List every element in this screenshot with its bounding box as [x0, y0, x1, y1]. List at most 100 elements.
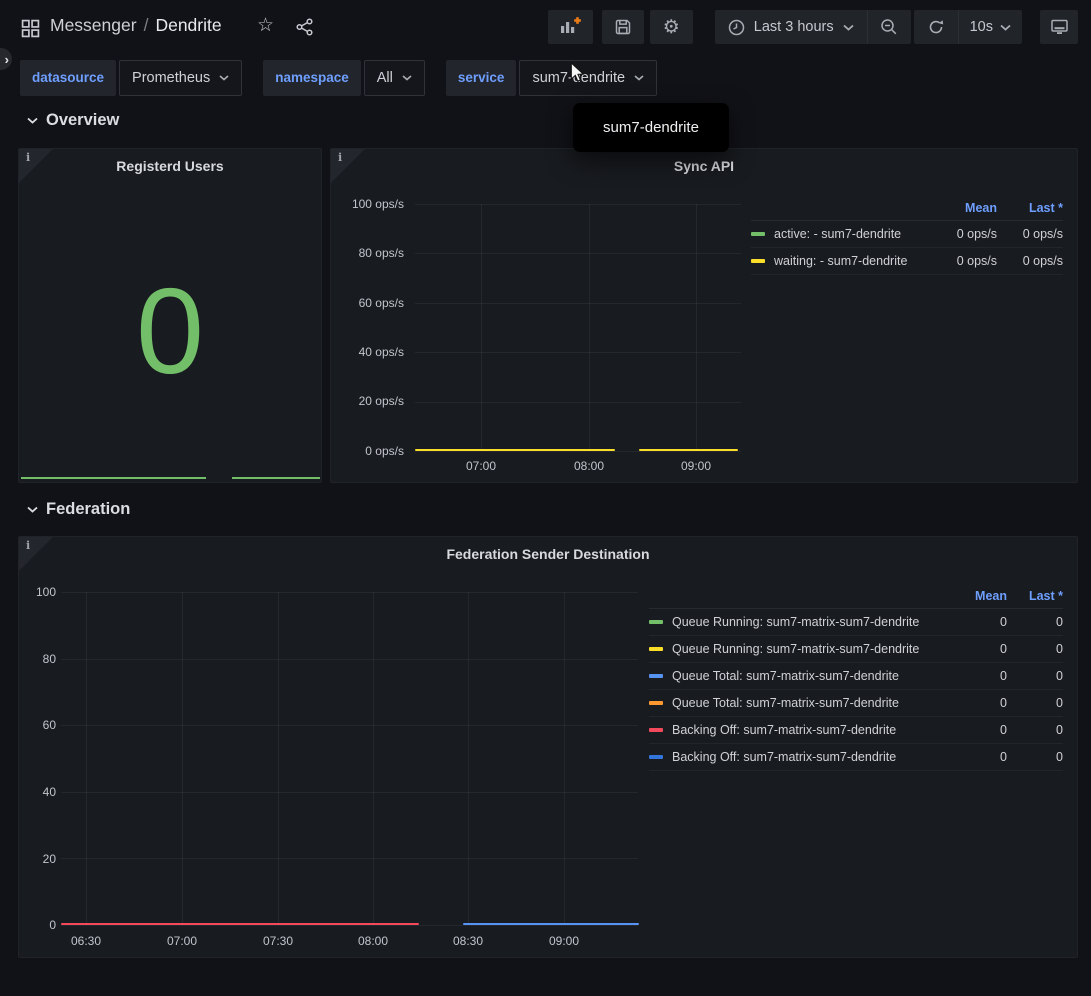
y-axis-tick: 20 ops/s [334, 393, 404, 409]
series-color-swatch[interactable] [751, 259, 765, 263]
y-axis-tick: 100 [19, 584, 56, 600]
legend-series-label[interactable]: waiting: - sum7-dendrite [774, 254, 917, 268]
legend-row: active: - sum7-dendrite 0 ops/s 0 ops/s [751, 221, 1063, 248]
gridline [61, 659, 638, 660]
panel-registered-users: i Registerd Users 0 [18, 148, 322, 483]
series-color-swatch[interactable] [649, 701, 663, 705]
chevron-down-icon [402, 75, 412, 81]
x-axis-tick: 09:00 [534, 934, 594, 948]
series-color-swatch[interactable] [649, 674, 663, 678]
legend-table: Mean Last * active: - sum7-dendrite 0 op… [751, 195, 1063, 275]
gridline [61, 925, 638, 926]
legend-row: Backing Off: sum7-matrix-sum7-dendrite 0… [649, 717, 1063, 744]
legend-last-value: 0 [1007, 723, 1063, 737]
chevron-down-icon [27, 117, 38, 124]
monitor-icon [1050, 18, 1069, 36]
legend-header-last[interactable]: Last * [997, 201, 1063, 215]
stat-sparkline-segment [232, 477, 320, 479]
series-color-swatch[interactable] [649, 647, 663, 651]
breadcrumb-folder[interactable]: Messenger [50, 15, 137, 36]
legend-series-label[interactable]: Backing Off: sum7-matrix-sum7-dendrite [672, 723, 947, 737]
refresh-button[interactable] [914, 10, 958, 44]
panel-sync-api: i Sync API 100 ops/s 80 ops/s 60 ops/s 4… [330, 148, 1078, 483]
breadcrumb-dashboard-title[interactable]: Dendrite [155, 15, 221, 36]
variable-value-datasource-dropdown[interactable]: Prometheus [119, 60, 242, 96]
series-color-swatch[interactable] [649, 728, 663, 732]
variable-label-service[interactable]: service [446, 60, 517, 96]
legend-header-mean[interactable]: Mean [917, 201, 997, 215]
x-axis-tick: 07:00 [451, 459, 511, 473]
legend-last-value: 0 ops/s [997, 227, 1063, 241]
y-axis-tick: 60 [19, 717, 56, 733]
gridline [415, 352, 741, 353]
legend-table: Mean Last * Queue Running: sum7-matrix-s… [649, 583, 1063, 771]
panel-title[interactable]: Federation Sender Destination [19, 546, 1077, 562]
dashboard-variables-bar: datasource Prometheus namespace All serv… [20, 60, 678, 96]
variable-value-text: sum7-dendrite [532, 70, 625, 86]
legend-last-value: 0 [1007, 615, 1063, 629]
legend-header-mean[interactable]: Mean [947, 589, 1007, 603]
variable-value-service-dropdown[interactable]: sum7-dendrite [519, 60, 657, 96]
stat-sparkline-segment [21, 477, 206, 479]
legend-series-label[interactable]: Queue Total: sum7-matrix-sum7-dendrite [672, 696, 947, 710]
legend-last-value: 0 [1007, 696, 1063, 710]
series-line-queue-total-blue [463, 923, 639, 925]
legend-series-label[interactable]: Queue Running: sum7-matrix-sum7-dendrite [672, 615, 947, 629]
legend-mean-value: 0 [947, 723, 1007, 737]
legend-row: Queue Total: sum7-matrix-sum7-dendrite 0… [649, 690, 1063, 717]
dashboard-settings-button[interactable]: ⚙ [650, 10, 693, 44]
variable-service: service sum7-dendrite [446, 60, 657, 96]
variable-value-namespace-dropdown[interactable]: All [364, 60, 425, 96]
gridline [564, 592, 565, 925]
series-line-waiting [639, 449, 738, 451]
y-axis-tick: 80 ops/s [334, 245, 404, 261]
clock-icon [728, 19, 745, 36]
gridline [415, 204, 741, 205]
variable-label-datasource[interactable]: datasource [20, 60, 116, 96]
gridline [373, 592, 374, 925]
variable-label-namespace[interactable]: namespace [263, 60, 361, 96]
add-panel-button[interactable] [548, 10, 593, 44]
gear-icon: ⚙ [663, 18, 680, 37]
cycle-view-mode-button[interactable] [1040, 10, 1078, 44]
gridline [481, 204, 482, 451]
time-range-label: Last 3 hours [754, 19, 834, 35]
gridline [182, 592, 183, 925]
gridline [61, 725, 638, 726]
time-range-button[interactable]: Last 3 hours [715, 10, 867, 44]
section-header-federation[interactable]: Federation [27, 500, 130, 519]
x-axis-tick: 07:00 [152, 934, 212, 948]
x-axis-tick: 08:30 [438, 934, 498, 948]
gridline [415, 253, 741, 254]
refresh-controls: 10s [914, 10, 1022, 44]
panel-title[interactable]: Registerd Users [19, 158, 321, 174]
share-icon[interactable] [295, 18, 315, 41]
variable-datasource: datasource Prometheus [20, 60, 242, 96]
series-line-backing-off-red [61, 923, 419, 925]
refresh-interval-label: 10s [970, 19, 993, 35]
legend-header: Mean Last * [649, 583, 1063, 609]
gridline [468, 592, 469, 925]
legend-series-label[interactable]: active: - sum7-dendrite [774, 227, 917, 241]
legend-header-last[interactable]: Last * [1007, 589, 1063, 603]
series-color-swatch[interactable] [751, 232, 765, 236]
zoom-out-time-button[interactable] [868, 10, 911, 44]
series-color-swatch[interactable] [649, 620, 663, 624]
tooltip-text: sum7-dendrite [603, 119, 699, 136]
legend-mean-value: 0 [947, 696, 1007, 710]
panel-title[interactable]: Sync API [331, 158, 1077, 174]
legend-series-label[interactable]: Queue Total: sum7-matrix-sum7-dendrite [672, 669, 947, 683]
legend-header: Mean Last * [751, 195, 1063, 221]
series-color-swatch[interactable] [649, 755, 663, 759]
time-range-picker: Last 3 hours [715, 10, 911, 44]
legend-series-label[interactable]: Backing Off: sum7-matrix-sum7-dendrite [672, 750, 947, 764]
legend-last-value: 0 ops/s [997, 254, 1063, 268]
section-header-overview[interactable]: Overview [27, 111, 119, 130]
legend-series-label[interactable]: Queue Running: sum7-matrix-sum7-dendrite [672, 642, 947, 656]
dashboards-grid-icon[interactable] [21, 19, 40, 43]
refresh-interval-dropdown[interactable]: 10s [959, 10, 1022, 44]
save-dashboard-button[interactable] [602, 10, 644, 44]
chevron-down-icon [1000, 24, 1011, 31]
gridline [415, 451, 741, 452]
star-icon[interactable]: ☆ [257, 14, 274, 37]
